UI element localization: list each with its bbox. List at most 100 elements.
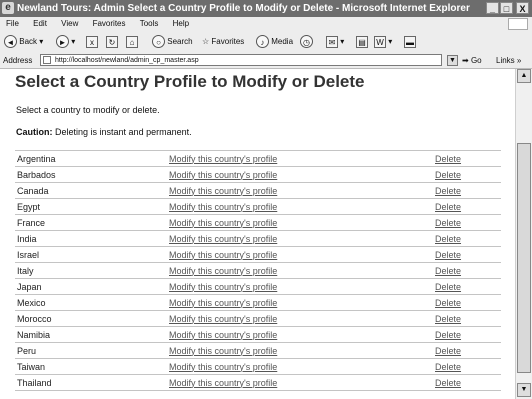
country-name: Japan bbox=[15, 278, 167, 295]
delete-link[interactable]: Delete bbox=[435, 234, 461, 244]
go-button[interactable]: ➡ Go bbox=[462, 53, 482, 68]
modify-link[interactable]: Modify this country's profile bbox=[169, 314, 277, 324]
address-input[interactable]: http://localhost/newland/admin_cp_master… bbox=[40, 54, 442, 66]
delete-link[interactable]: Delete bbox=[435, 314, 461, 324]
maximize-button[interactable]: □ bbox=[500, 2, 513, 14]
country-name: India bbox=[15, 230, 167, 247]
modify-link[interactable]: Modify this country's profile bbox=[169, 170, 277, 180]
modify-link[interactable]: Modify this country's profile bbox=[169, 362, 277, 372]
home-button[interactable]: ⌂ bbox=[126, 34, 138, 50]
delete-link[interactable]: Delete bbox=[435, 282, 461, 292]
modify-link[interactable]: Modify this country's profile bbox=[169, 282, 277, 292]
media-label: Media bbox=[271, 37, 294, 46]
delete-link[interactable]: Delete bbox=[435, 202, 461, 212]
print-icon: ▤ bbox=[356, 35, 368, 48]
scroll-up-arrow-icon[interactable]: ▲ bbox=[517, 69, 531, 83]
country-cell-delete: Delete bbox=[433, 278, 501, 295]
delete-link[interactable]: Delete bbox=[435, 218, 461, 228]
media-button[interactable]: ♪ Media bbox=[256, 34, 293, 50]
modify-link[interactable]: Modify this country's profile bbox=[169, 154, 277, 164]
country-cell-modify: Modify this country's profile bbox=[167, 310, 433, 327]
stop-button[interactable]: x bbox=[86, 34, 98, 50]
country-cell-modify: Modify this country's profile bbox=[167, 294, 433, 311]
modify-link[interactable]: Modify this country's profile bbox=[169, 186, 277, 196]
search-label: Search bbox=[167, 37, 193, 46]
delete-link[interactable]: Delete bbox=[435, 330, 461, 340]
country-cell-modify: Modify this country's profile bbox=[167, 182, 433, 199]
delete-link[interactable]: Delete bbox=[435, 346, 461, 356]
country-cell-modify: Modify this country's profile bbox=[167, 358, 433, 375]
delete-link[interactable]: Delete bbox=[435, 378, 461, 388]
search-button[interactable]: ○ Search bbox=[152, 34, 193, 50]
refresh-icon: ↻ bbox=[106, 35, 118, 48]
links-button[interactable]: Links » bbox=[496, 53, 521, 68]
refresh-button[interactable]: ↻ bbox=[106, 34, 118, 50]
intro-text: Select a country to modify or delete. bbox=[16, 105, 160, 115]
country-cell-modify: Modify this country's profile bbox=[167, 150, 433, 167]
menu-favorites[interactable]: Favorites bbox=[93, 19, 126, 28]
table-row: India Modify this country's profile Delete bbox=[15, 230, 501, 247]
scroll-down-arrow-icon[interactable]: ▼ bbox=[517, 383, 531, 397]
close-button[interactable]: X bbox=[516, 2, 529, 14]
delete-link[interactable]: Delete bbox=[435, 154, 461, 164]
delete-link[interactable]: Delete bbox=[435, 266, 461, 276]
stop-icon: x bbox=[86, 35, 98, 48]
back-button[interactable]: ◄ Back ▾ bbox=[4, 34, 43, 50]
country-name: Namibia bbox=[15, 326, 167, 343]
modify-link[interactable]: Modify this country's profile bbox=[169, 250, 277, 260]
country-cell-modify: Modify this country's profile bbox=[167, 166, 433, 183]
history-icon: ◷ bbox=[300, 35, 313, 49]
delete-link[interactable]: Delete bbox=[435, 298, 461, 308]
delete-link[interactable]: Delete bbox=[435, 186, 461, 196]
toolbar: ◄ Back ▾ ► ▾ x ↻ ⌂ ○ Search ☆ Favorites … bbox=[0, 31, 532, 54]
page-content: Select a Country Profile to Modify or De… bbox=[0, 69, 514, 399]
links-label: Links bbox=[496, 56, 515, 65]
menu-view[interactable]: View bbox=[61, 19, 78, 28]
go-label: Go bbox=[470, 56, 482, 65]
country-name: Taiwan bbox=[15, 358, 167, 375]
delete-link[interactable]: Delete bbox=[435, 170, 461, 180]
caution-label: Caution: bbox=[16, 127, 53, 137]
table-row: Mexico Modify this country's profile Delet… bbox=[15, 294, 501, 311]
print-button[interactable]: ▤ bbox=[356, 34, 368, 50]
address-url: http://localhost/newland/admin_cp_master… bbox=[55, 57, 199, 64]
table-row: Morocco Modify this country's profile Dele… bbox=[15, 310, 501, 327]
menu-help[interactable]: Help bbox=[173, 19, 189, 28]
table-row: Peru Modify this country's profile Delete bbox=[15, 342, 501, 359]
minimize-button[interactable]: _ bbox=[486, 2, 499, 14]
modify-link[interactable]: Modify this country's profile bbox=[169, 330, 277, 340]
modify-link[interactable]: Modify this country's profile bbox=[169, 346, 277, 356]
country-name: France bbox=[15, 214, 167, 231]
forward-button[interactable]: ► ▾ bbox=[56, 34, 75, 50]
modify-link[interactable]: Modify this country's profile bbox=[169, 378, 277, 388]
table-row: Namibia Modify this country's profile Dele… bbox=[15, 326, 501, 343]
edit-button[interactable]: W ▾ bbox=[374, 34, 392, 50]
modify-link[interactable]: Modify this country's profile bbox=[169, 202, 277, 212]
country-cell-modify: Modify this country's profile bbox=[167, 374, 433, 391]
scrollbar-thumb[interactable] bbox=[517, 143, 531, 373]
country-cell-delete: Delete bbox=[433, 182, 501, 199]
country-cell-delete: Delete bbox=[433, 230, 501, 247]
history-button[interactable]: ◷ bbox=[300, 34, 313, 50]
menu-tools[interactable]: Tools bbox=[140, 19, 159, 28]
country-name: Thailand bbox=[15, 374, 167, 391]
delete-link[interactable]: Delete bbox=[435, 250, 461, 260]
country-table: Argentina Modify this country's profile De… bbox=[15, 150, 501, 391]
mail-button[interactable]: ✉ ▾ bbox=[326, 34, 344, 50]
favorites-button[interactable]: ☆ Favorites bbox=[202, 34, 244, 50]
modify-link[interactable]: Modify this country's profile bbox=[169, 266, 277, 276]
country-cell-delete: Delete bbox=[433, 310, 501, 327]
country-cell-modify: Modify this country's profile bbox=[167, 230, 433, 247]
modify-link[interactable]: Modify this country's profile bbox=[169, 234, 277, 244]
delete-link[interactable]: Delete bbox=[435, 362, 461, 372]
menu-file[interactable]: File bbox=[6, 19, 19, 28]
address-dropdown-icon[interactable]: ▼ bbox=[447, 55, 458, 66]
vertical-scrollbar[interactable]: ▲ ▼ bbox=[515, 69, 532, 399]
modify-link[interactable]: Modify this country's profile bbox=[169, 218, 277, 228]
menu-edit[interactable]: Edit bbox=[33, 19, 47, 28]
search-icon: ○ bbox=[152, 35, 165, 49]
page-icon bbox=[43, 56, 51, 64]
discuss-button[interactable]: ▬ bbox=[404, 34, 416, 50]
modify-link[interactable]: Modify this country's profile bbox=[169, 298, 277, 308]
country-name: Argentina bbox=[15, 150, 167, 167]
